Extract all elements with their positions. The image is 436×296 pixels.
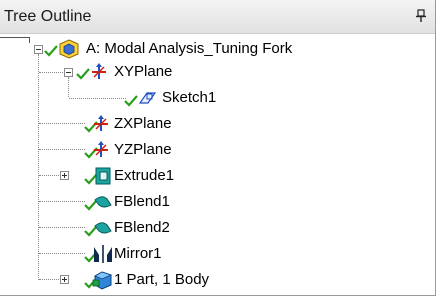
analysis-cube-icon (59, 39, 79, 59)
tree-outline-panel: Tree Outline A: Modal Analysis_Tuning Fo… (0, 0, 436, 296)
sketch-icon (138, 92, 157, 104)
tree-node-root[interactable]: A: Modal Analysis_Tuning Fork (44, 38, 424, 60)
panel-title: Tree Outline (4, 8, 92, 25)
extrude-icon (95, 167, 111, 185)
tree-node-fblend1[interactable]: FBlend1 (84, 191, 284, 213)
tree-node-label: A: Modal Analysis_Tuning Fork (86, 40, 293, 57)
mirror-icon (94, 245, 112, 263)
plane-axis-icon (94, 115, 108, 131)
blend-icon (94, 196, 112, 208)
tree-node-xyplane[interactable]: XYPlane (76, 61, 276, 83)
tree-node-fblend2[interactable]: FBlend2 (84, 217, 284, 239)
tree-node-extrude1[interactable]: Extrude1 (84, 165, 284, 187)
tree-view[interactable]: A: Modal Analysis_Tuning Fork XYPlane Sk… (0, 34, 430, 294)
tree-node-label: XYPlane (114, 63, 173, 80)
tree-node-label: Extrude1 (114, 167, 175, 184)
root-collapse-toggle[interactable] (34, 45, 43, 54)
plane-axis-icon (92, 63, 106, 79)
tree-node-label: FBlend1 (114, 193, 170, 210)
blend-icon (94, 222, 112, 234)
tree-node-parts[interactable]: 1 Part, 1 Body (84, 269, 334, 291)
check-icon (44, 45, 58, 57)
tree-node-sketch1[interactable]: Sketch1 (124, 87, 274, 109)
parts-expand-toggle[interactable] (60, 275, 69, 284)
tree-node-mirror1[interactable]: Mirror1 (84, 243, 284, 265)
tree-node-label: 1 Part, 1 Body (114, 271, 210, 288)
tree-node-label: YZPlane (114, 141, 172, 158)
tree-node-label: FBlend2 (114, 219, 170, 236)
tree-node-zxplane[interactable]: ZXPlane (84, 113, 284, 135)
tree-node-yzplane[interactable]: YZPlane (84, 139, 284, 161)
panel-titlebar: Tree Outline (0, 0, 435, 34)
xyplane-collapse-toggle[interactable] (64, 68, 73, 77)
tree-node-label: ZXPlane (114, 115, 172, 132)
plane-axis-icon (94, 141, 108, 157)
extrude1-expand-toggle[interactable] (60, 171, 69, 180)
part-body-icon (92, 271, 113, 290)
pin-icon[interactable] (415, 9, 427, 23)
tree-node-label: Mirror1 (114, 245, 162, 262)
tree-node-label: Sketch1 (162, 89, 217, 106)
